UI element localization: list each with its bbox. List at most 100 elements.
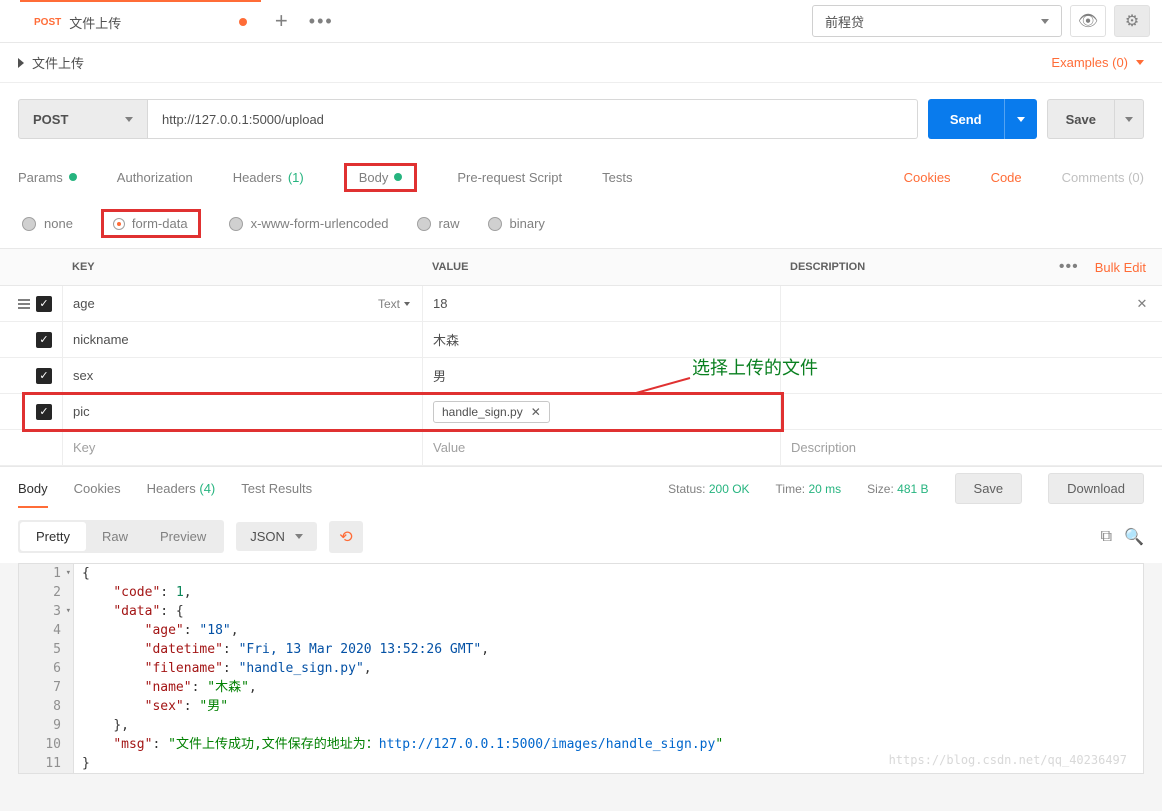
view-raw[interactable]: Raw: [86, 522, 144, 551]
settings-button[interactable]: ⚙: [1114, 5, 1150, 37]
search-response-button[interactable]: 🔍: [1124, 527, 1144, 547]
view-pretty[interactable]: Pretty: [20, 522, 86, 551]
chevron-down-icon: [1017, 117, 1025, 122]
key-cell[interactable]: nickname: [62, 322, 422, 357]
tab-options-button[interactable]: •••: [301, 1, 341, 41]
body-type-formdata[interactable]: form-data: [101, 209, 201, 238]
view-mode-tabs: Pretty Raw Preview: [18, 520, 224, 553]
wrap-icon: ⟲: [339, 527, 352, 547]
key-cell[interactable]: Key: [62, 430, 422, 465]
request-tab[interactable]: POST 文件上传: [20, 0, 261, 42]
environment-preview-button[interactable]: 👁: [1070, 5, 1106, 37]
request-collapse-toggle[interactable]: 文件上传: [18, 53, 84, 72]
row-checkbox[interactable]: ✓: [36, 332, 52, 348]
chevron-down-icon: [1136, 60, 1144, 65]
environment-name: 前程贷: [825, 12, 864, 31]
examples-dropdown[interactable]: Examples (0): [1051, 55, 1144, 70]
content-type-select[interactable]: JSON: [236, 522, 317, 551]
view-preview[interactable]: Preview: [144, 522, 222, 551]
code-link[interactable]: Code: [991, 170, 1022, 185]
body-type-raw[interactable]: raw: [417, 216, 460, 231]
radio-selected-icon: [114, 219, 124, 229]
response-body[interactable]: 1▾{ 2 "code": 1, 3▾ "data": { 4 "age": "…: [18, 563, 1144, 774]
remove-file-button[interactable]: ✕: [531, 405, 541, 419]
radio-icon: [417, 217, 431, 231]
body-type-binary[interactable]: binary: [488, 216, 545, 231]
request-header-row: 文件上传 Examples (0): [0, 43, 1162, 83]
key-cell[interactable]: sex: [62, 358, 422, 393]
tab-tests[interactable]: Tests: [602, 170, 632, 185]
wrap-lines-button[interactable]: ⟲: [329, 521, 363, 553]
response-time: Time: 20 ms: [776, 482, 842, 496]
table-row: ✓ pic handle_sign.py ✕: [0, 394, 1162, 430]
key-cell[interactable]: age Text: [62, 286, 422, 321]
response-tab-cookies[interactable]: Cookies: [74, 481, 121, 496]
description-cell[interactable]: [780, 358, 1162, 393]
send-label: Send: [928, 112, 1004, 127]
url-input[interactable]: http://127.0.0.1:5000/upload: [148, 99, 918, 139]
send-button[interactable]: Send: [928, 99, 1037, 139]
chevron-down-icon: [125, 117, 133, 122]
value-cell[interactable]: Value: [422, 430, 780, 465]
cookies-link[interactable]: Cookies: [904, 170, 951, 185]
type-select[interactable]: Text: [378, 297, 410, 311]
method-select[interactable]: POST: [18, 99, 148, 139]
top-right: 前程贷 👁 ⚙: [812, 0, 1162, 42]
bulk-edit-link[interactable]: Bulk Edit: [1095, 260, 1146, 275]
table-row-placeholder: Key Value Description: [0, 430, 1162, 466]
gear-icon: ⚙: [1125, 11, 1139, 31]
url-row: POST http://127.0.0.1:5000/upload Send S…: [0, 83, 1162, 155]
response-tab-headers[interactable]: Headers (4): [147, 481, 216, 496]
value-cell[interactable]: 男: [422, 358, 780, 393]
response-tab-body[interactable]: Body: [18, 481, 48, 508]
save-dropdown[interactable]: [1114, 100, 1143, 138]
body-type-row: none form-data x-www-form-urlencoded raw…: [0, 199, 1162, 248]
save-response-button[interactable]: Save: [955, 473, 1023, 504]
description-cell[interactable]: [780, 286, 1122, 321]
column-options-button[interactable]: •••: [1059, 258, 1079, 276]
chevron-down-icon: [1125, 117, 1133, 122]
value-cell[interactable]: 木森: [422, 322, 780, 357]
description-cell[interactable]: [780, 394, 1162, 429]
header-key: KEY: [62, 261, 422, 273]
tab-body[interactable]: Body: [344, 163, 418, 192]
description-cell[interactable]: Description: [780, 430, 1162, 465]
header-value: VALUE: [422, 261, 780, 273]
drag-handle-icon[interactable]: [18, 299, 30, 309]
tab-headers[interactable]: Headers (1): [233, 170, 304, 185]
row-checkbox[interactable]: ✓: [36, 296, 52, 312]
form-data-table: KEY VALUE DESCRIPTION ••• Bulk Edit ✓ ag…: [0, 248, 1162, 466]
row-checkbox[interactable]: ✓: [36, 404, 52, 420]
comments-link[interactable]: Comments (0): [1062, 170, 1144, 185]
radio-icon: [22, 217, 36, 231]
response-tab-testresults[interactable]: Test Results: [241, 481, 312, 496]
value-cell[interactable]: 18: [422, 286, 780, 321]
request-tabs: Params Authorization Headers (1) Body Pr…: [0, 155, 1162, 199]
tab-params[interactable]: Params: [18, 170, 77, 185]
body-type-xwww[interactable]: x-www-form-urlencoded: [229, 216, 389, 231]
header-description: DESCRIPTION: [780, 261, 1032, 273]
tab-prerequest[interactable]: Pre-request Script: [457, 170, 562, 185]
save-button[interactable]: Save: [1047, 99, 1144, 139]
response-tabs: Body Cookies Headers (4) Test Results St…: [0, 466, 1162, 510]
tab-authorization[interactable]: Authorization: [117, 170, 193, 185]
chevron-down-icon: [404, 302, 410, 306]
new-tab-button[interactable]: +: [261, 1, 301, 41]
key-cell[interactable]: pic: [62, 394, 422, 429]
download-response-button[interactable]: Download: [1048, 473, 1144, 504]
status-code: Status: 200 OK: [668, 482, 749, 496]
delete-row-button[interactable]: ✕: [1122, 296, 1162, 312]
file-name: handle_sign.py: [442, 405, 523, 419]
send-dropdown[interactable]: [1004, 99, 1037, 139]
chevron-down-icon: [1041, 19, 1049, 24]
row-checkbox[interactable]: ✓: [36, 368, 52, 384]
description-cell[interactable]: [780, 322, 1162, 357]
value-cell[interactable]: handle_sign.py ✕: [422, 394, 780, 429]
watermark: https://blog.csdn.net/qq_40236497: [889, 753, 1127, 767]
copy-response-button[interactable]: ⧉: [1101, 528, 1112, 546]
table-row: ✓ nickname 木森: [0, 322, 1162, 358]
tab-title: 文件上传: [69, 13, 121, 32]
environment-select[interactable]: 前程贷: [812, 5, 1062, 37]
body-type-none[interactable]: none: [22, 216, 73, 231]
url-value: http://127.0.0.1:5000/upload: [162, 112, 324, 127]
